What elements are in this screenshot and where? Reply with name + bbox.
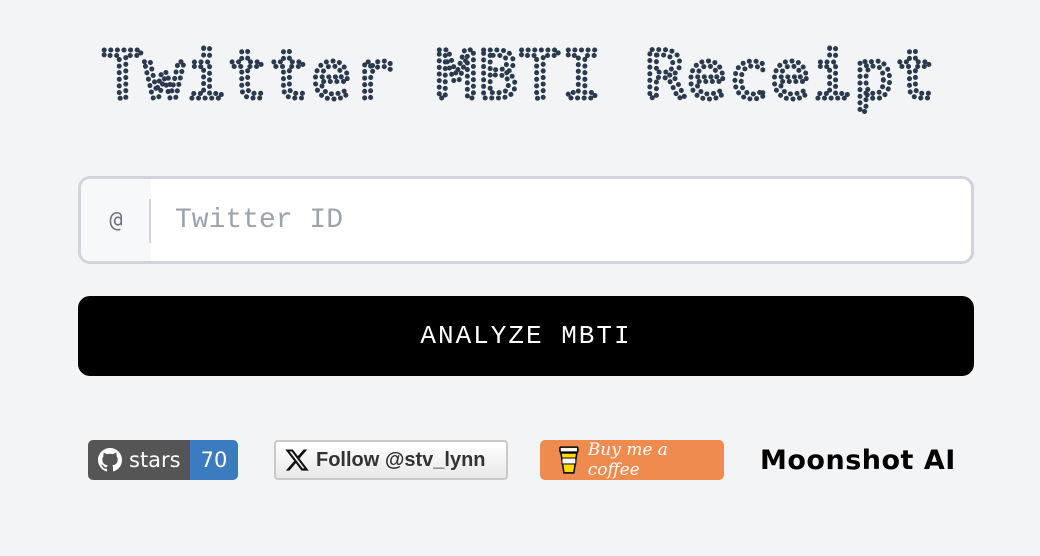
badge-row: stars 70 Follow @stv_lynn Buy me a coffe… [0,440,1040,480]
x-follow-button[interactable]: Follow @stv_lynn [274,440,508,480]
github-stars-badge[interactable]: stars 70 [88,440,239,480]
buy-me-a-coffee-button[interactable]: Buy me a coffee [540,440,724,480]
dot-matrix-title: Twitter MBTI Receipt [100,35,938,117]
analyze-mbti-button[interactable]: ANALYZE MBTI [78,296,974,376]
title-text: Twitter MBTI Receipt [103,37,938,114]
github-icon [98,448,122,472]
github-stars-count: 70 [189,440,239,480]
at-prefix: @ [81,179,151,261]
x-follow-label: Follow @stv_lynn [316,448,486,471]
coffee-label: Buy me a coffee [587,440,668,480]
coffee-cup-icon [559,446,579,474]
x-logo-icon [285,449,309,471]
moonshot-ai-logo[interactable]: Moonshot AI [760,440,956,480]
twitter-id-field: @ [78,176,974,264]
github-stars-label: stars [129,448,181,472]
page-title: Twitter MBTI Receipt [0,30,1040,120]
twitter-id-input[interactable] [151,179,971,261]
